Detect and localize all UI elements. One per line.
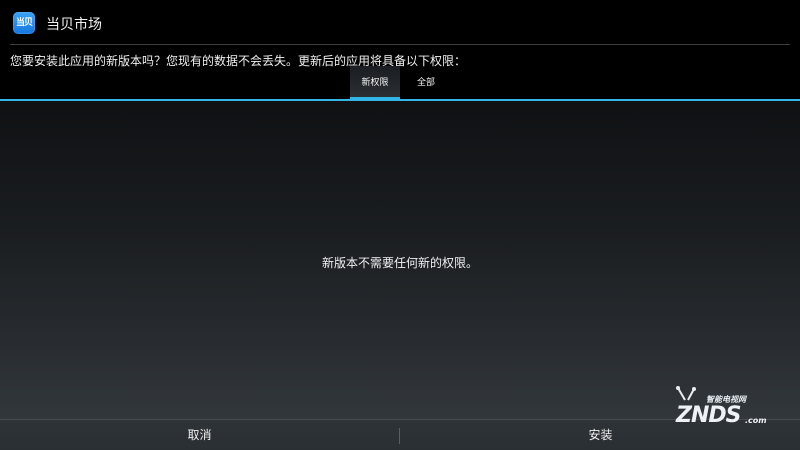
app-icon-text: 当贝 bbox=[15, 18, 33, 28]
title-bar: 当贝 当贝市场 bbox=[0, 0, 800, 44]
install-dialog: 当贝 当贝市场 您要安装此应用的新版本吗？您现有的数据不会丢失。更新后的应用将具… bbox=[0, 0, 800, 450]
title-divider bbox=[10, 44, 790, 45]
no-new-permissions-text: 新版本不需要任何新的权限。 bbox=[321, 256, 478, 270]
app-title: 当贝市场 bbox=[46, 17, 102, 33]
tab-new-permissions[interactable]: 新权限 bbox=[350, 66, 400, 100]
install-button[interactable]: 安装 bbox=[401, 420, 800, 450]
cancel-button[interactable]: 取消 bbox=[0, 420, 399, 450]
app-icon: 当贝 bbox=[13, 12, 35, 34]
button-separator bbox=[399, 428, 400, 444]
button-bar: 取消 安装 bbox=[0, 419, 800, 450]
permissions-panel: 新版本不需要任何新的权限。 bbox=[0, 101, 800, 419]
tab-all-permissions-label: 全部 bbox=[416, 78, 435, 88]
tab-all-permissions[interactable]: 全部 bbox=[402, 66, 450, 100]
tab-new-permissions-label: 新权限 bbox=[361, 78, 389, 88]
